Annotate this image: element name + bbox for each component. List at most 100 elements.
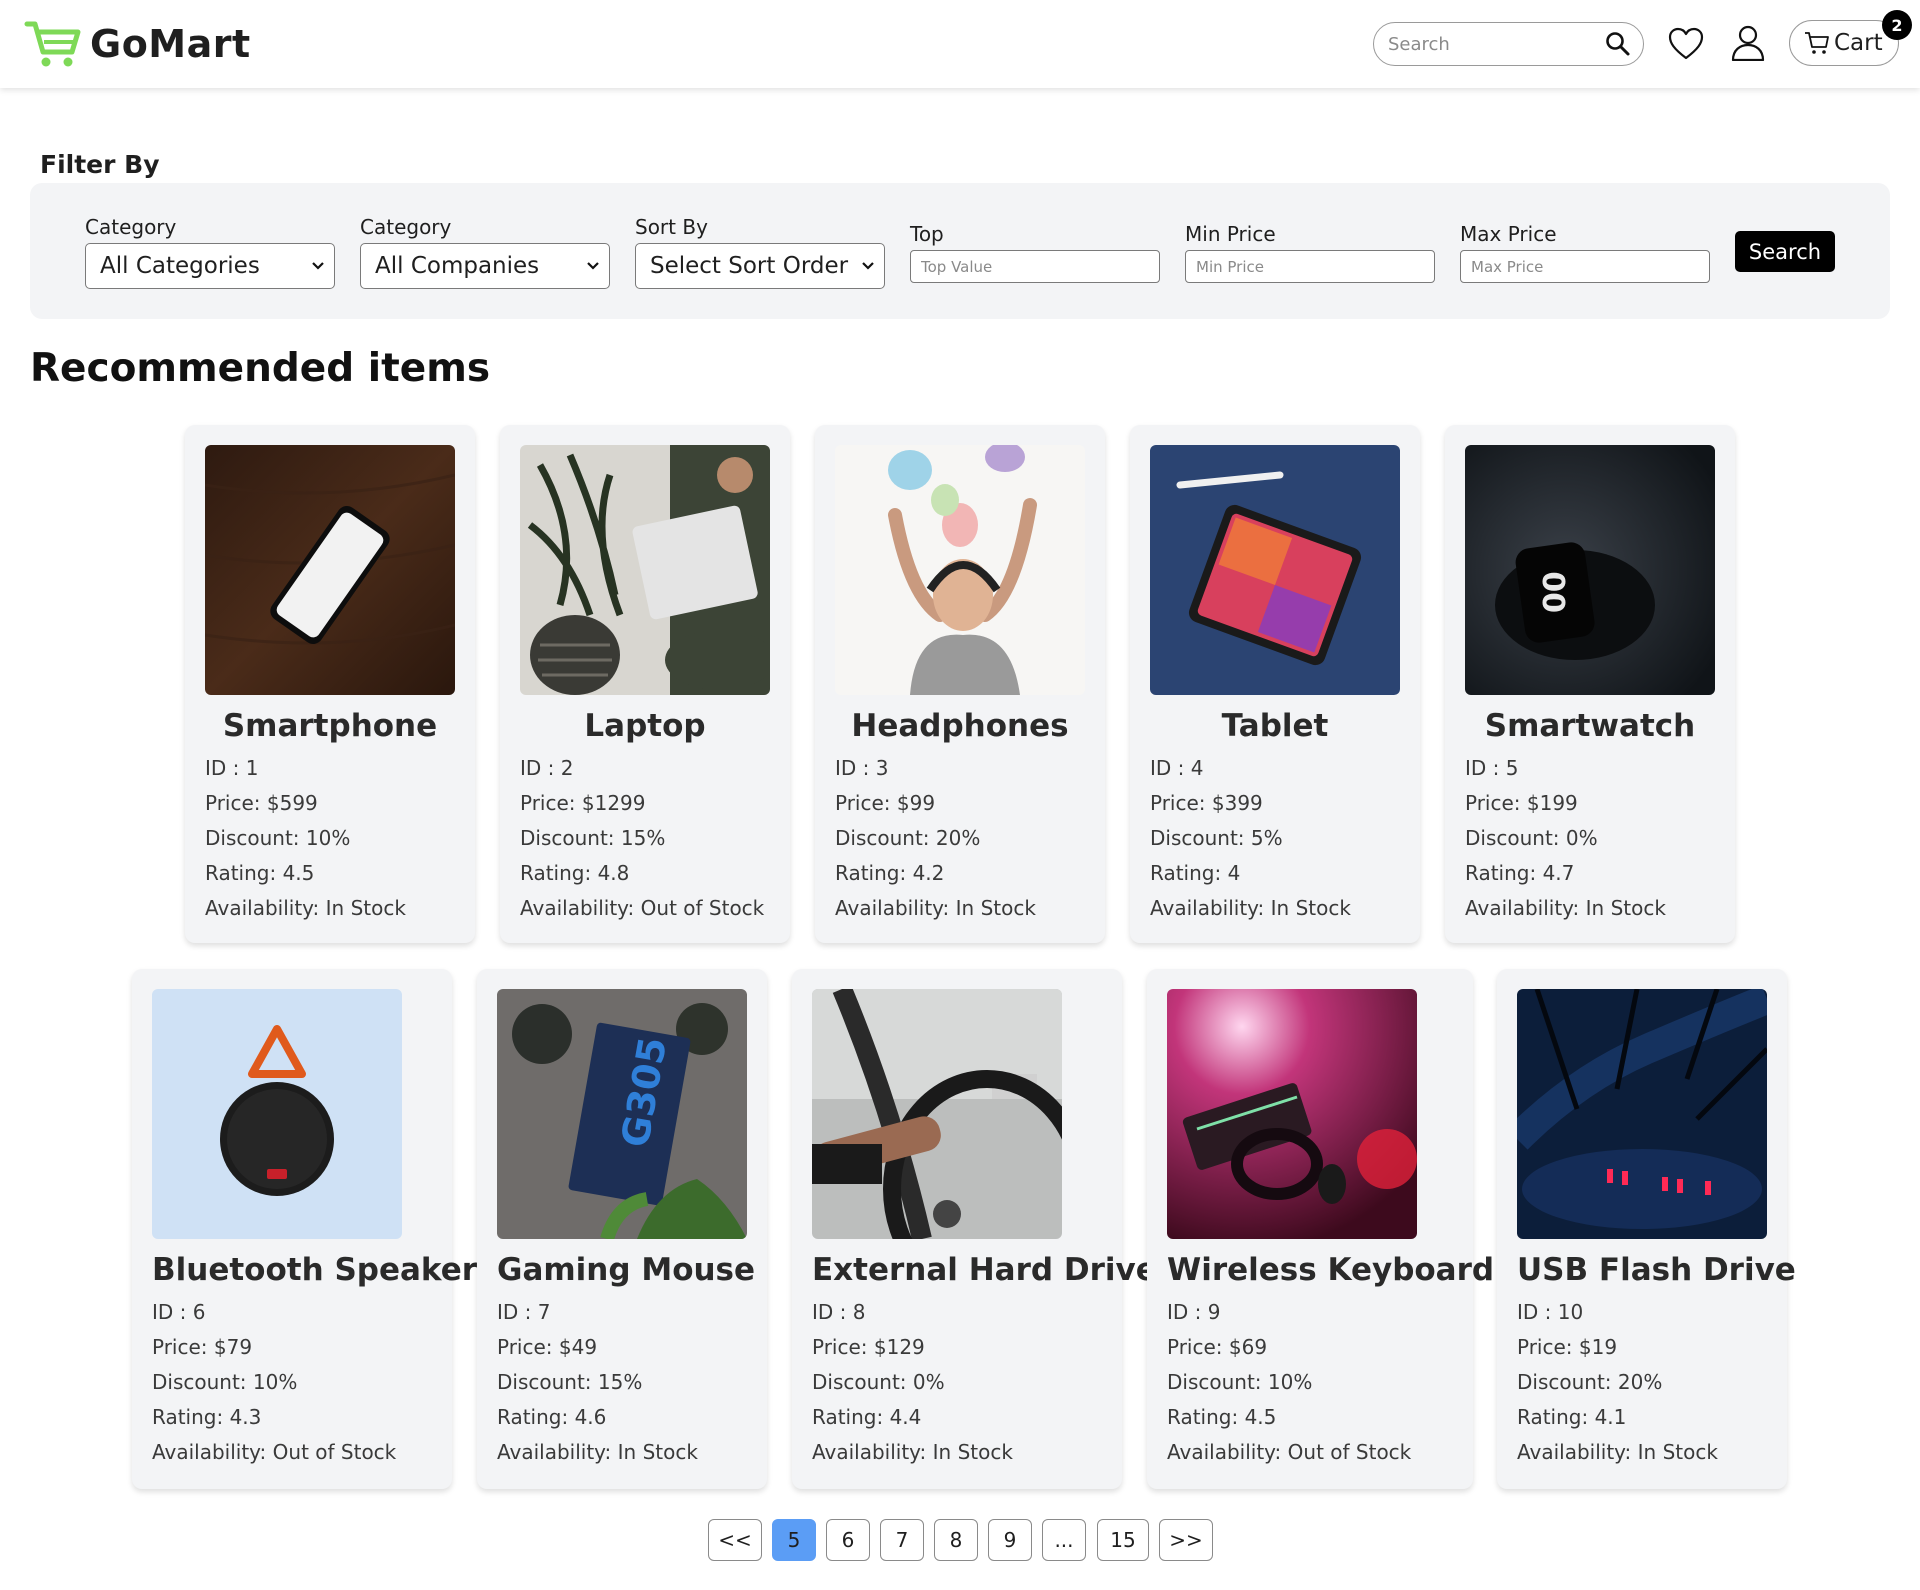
pagination-page-button[interactable]: 8 bbox=[934, 1519, 978, 1561]
pagination-page-button[interactable]: 7 bbox=[880, 1519, 924, 1561]
headphones-image[interactable] bbox=[835, 445, 1085, 695]
product-rating: Rating: 4 bbox=[1150, 861, 1241, 885]
filter-title: Filter By bbox=[40, 150, 160, 179]
brand-name: GoMart bbox=[90, 22, 251, 66]
speaker-image[interactable] bbox=[152, 989, 402, 1239]
smartphone-image[interactable] bbox=[205, 445, 455, 695]
product-id: ID : 8 bbox=[812, 1300, 866, 1324]
pagination-page-button[interactable]: 15 bbox=[1097, 1519, 1149, 1561]
max-price-label: Max Price bbox=[1460, 222, 1557, 246]
product-card[interactable]: Tablet ID : 4 Price: $399 Discount: 5% R… bbox=[1130, 425, 1420, 943]
pagination-page-button[interactable]: 5 bbox=[772, 1519, 816, 1561]
product-name[interactable]: Wireless Keyboard bbox=[1167, 1252, 1494, 1288]
product-price: Price: $1299 bbox=[520, 791, 646, 815]
product-availability: Availability: In Stock bbox=[1465, 896, 1666, 920]
product-card[interactable]: Headphones ID : 3 Price: $99 Discount: 2… bbox=[815, 425, 1105, 943]
product-rating: Rating: 4.4 bbox=[812, 1405, 922, 1429]
pagination-page-button[interactable]: 9 bbox=[988, 1519, 1032, 1561]
product-availability: Availability: Out of Stock bbox=[1167, 1440, 1412, 1464]
brand-logo[interactable]: GoMart bbox=[24, 18, 251, 70]
company-select[interactable]: All Companies bbox=[360, 243, 610, 289]
product-id: ID : 6 bbox=[152, 1300, 206, 1324]
shopping-cart-icon bbox=[1805, 32, 1829, 54]
product-discount: Discount: 15% bbox=[520, 826, 666, 850]
search-icon[interactable] bbox=[1605, 31, 1631, 57]
pagination-prev-button[interactable]: << bbox=[708, 1519, 762, 1561]
cart-label: Cart bbox=[1834, 30, 1883, 56]
product-price: Price: $129 bbox=[812, 1335, 925, 1359]
product-discount: Discount: 20% bbox=[835, 826, 981, 850]
filter-search-button[interactable]: Search bbox=[1735, 231, 1835, 272]
tablet-image[interactable] bbox=[1150, 445, 1400, 695]
pagination-ellipsis: ... bbox=[1042, 1519, 1086, 1561]
product-card[interactable]: USB Flash Drive ID : 10 Price: $19 Disco… bbox=[1497, 969, 1796, 1489]
product-card[interactable]: G305 Gaming Mouse ID : 7 Price: $49 Disc… bbox=[477, 969, 767, 1489]
product-rating: Rating: 4.6 bbox=[497, 1405, 607, 1429]
chevron-down-icon bbox=[862, 262, 874, 270]
product-discount: Discount: 10% bbox=[205, 826, 351, 850]
product-price: Price: $599 bbox=[205, 791, 318, 815]
top-value-input[interactable] bbox=[910, 250, 1160, 283]
wishlist-heart-icon[interactable] bbox=[1668, 27, 1704, 61]
product-name[interactable]: External Hard Drive bbox=[812, 1252, 1157, 1288]
product-card[interactable]: External Hard Drive ID : 8 Price: $129 D… bbox=[792, 969, 1157, 1489]
product-discount: Discount: 20% bbox=[1517, 1370, 1663, 1394]
product-card[interactable]: Smartphone ID : 1 Price: $599 Discount: … bbox=[185, 425, 475, 943]
product-discount: Discount: 0% bbox=[1465, 826, 1598, 850]
product-name[interactable]: Tablet bbox=[1150, 708, 1400, 744]
product-card[interactable]: Wireless Keyboard ID : 9 Price: $69 Disc… bbox=[1147, 969, 1494, 1489]
company-label: Category bbox=[360, 215, 452, 239]
product-discount: Discount: 15% bbox=[497, 1370, 643, 1394]
product-discount: Discount: 10% bbox=[152, 1370, 298, 1394]
product-name[interactable]: USB Flash Drive bbox=[1517, 1252, 1796, 1288]
product-card[interactable]: Laptop ID : 2 Price: $1299 Discount: 15%… bbox=[500, 425, 790, 943]
product-rating: Rating: 4.8 bbox=[520, 861, 630, 885]
product-discount: Discount: 5% bbox=[1150, 826, 1283, 850]
company-select-value: All Companies bbox=[375, 253, 540, 279]
product-availability: Availability: In Stock bbox=[1150, 896, 1351, 920]
search-input[interactable] bbox=[1388, 33, 1588, 55]
max-price-input[interactable] bbox=[1460, 250, 1710, 283]
sort-select[interactable]: Select Sort Order bbox=[635, 243, 885, 289]
product-availability: Availability: In Stock bbox=[205, 896, 406, 920]
steering-wheel-image[interactable] bbox=[812, 989, 1062, 1239]
product-rating: Rating: 4.7 bbox=[1465, 861, 1575, 885]
user-account-icon[interactable] bbox=[1731, 25, 1765, 61]
product-rating: Rating: 4.1 bbox=[1517, 1405, 1627, 1429]
chevron-down-icon bbox=[312, 262, 324, 270]
product-id: ID : 7 bbox=[497, 1300, 551, 1324]
product-availability: Availability: Out of Stock bbox=[520, 896, 765, 920]
product-name[interactable]: Bluetooth Speaker bbox=[152, 1252, 477, 1288]
product-price: Price: $99 bbox=[835, 791, 936, 815]
laptop-image[interactable] bbox=[520, 445, 770, 695]
pagination-next-button[interactable]: >> bbox=[1159, 1519, 1213, 1561]
product-card[interactable]: 00 Smartwatch ID : 5 Price: $199 Discoun… bbox=[1445, 425, 1735, 943]
product-id: ID : 2 bbox=[520, 756, 574, 780]
product-name[interactable]: Headphones bbox=[835, 708, 1085, 744]
product-id: ID : 3 bbox=[835, 756, 889, 780]
product-name[interactable]: Gaming Mouse bbox=[497, 1252, 755, 1288]
min-price-label: Min Price bbox=[1185, 222, 1276, 246]
category-select-value: All Categories bbox=[100, 253, 260, 279]
product-id: ID : 4 bbox=[1150, 756, 1204, 780]
keyboard-setup-image[interactable] bbox=[1167, 989, 1417, 1239]
night-scene-image[interactable] bbox=[1517, 989, 1767, 1239]
category-select[interactable]: All Categories bbox=[85, 243, 335, 289]
min-price-input[interactable] bbox=[1185, 250, 1435, 283]
pagination-page-button[interactable]: 6 bbox=[826, 1519, 870, 1561]
section-title: Recommended items bbox=[30, 346, 491, 391]
smartwatch-image[interactable]: 00 bbox=[1465, 445, 1715, 695]
product-discount: Discount: 10% bbox=[1167, 1370, 1313, 1394]
product-card[interactable]: Bluetooth Speaker ID : 6 Price: $79 Disc… bbox=[132, 969, 477, 1489]
product-name[interactable]: Smartphone bbox=[205, 708, 455, 744]
product-name[interactable]: Smartwatch bbox=[1465, 708, 1715, 744]
product-name[interactable]: Laptop bbox=[520, 708, 770, 744]
svg-text:00: 00 bbox=[1538, 571, 1573, 613]
header-search[interactable] bbox=[1373, 22, 1644, 66]
product-price: Price: $69 bbox=[1167, 1335, 1268, 1359]
product-rating: Rating: 4.5 bbox=[205, 861, 315, 885]
product-availability: Availability: In Stock bbox=[835, 896, 1036, 920]
mouse-box-image[interactable]: G305 bbox=[497, 989, 747, 1239]
product-price: Price: $399 bbox=[1150, 791, 1263, 815]
chevron-down-icon bbox=[587, 262, 599, 270]
